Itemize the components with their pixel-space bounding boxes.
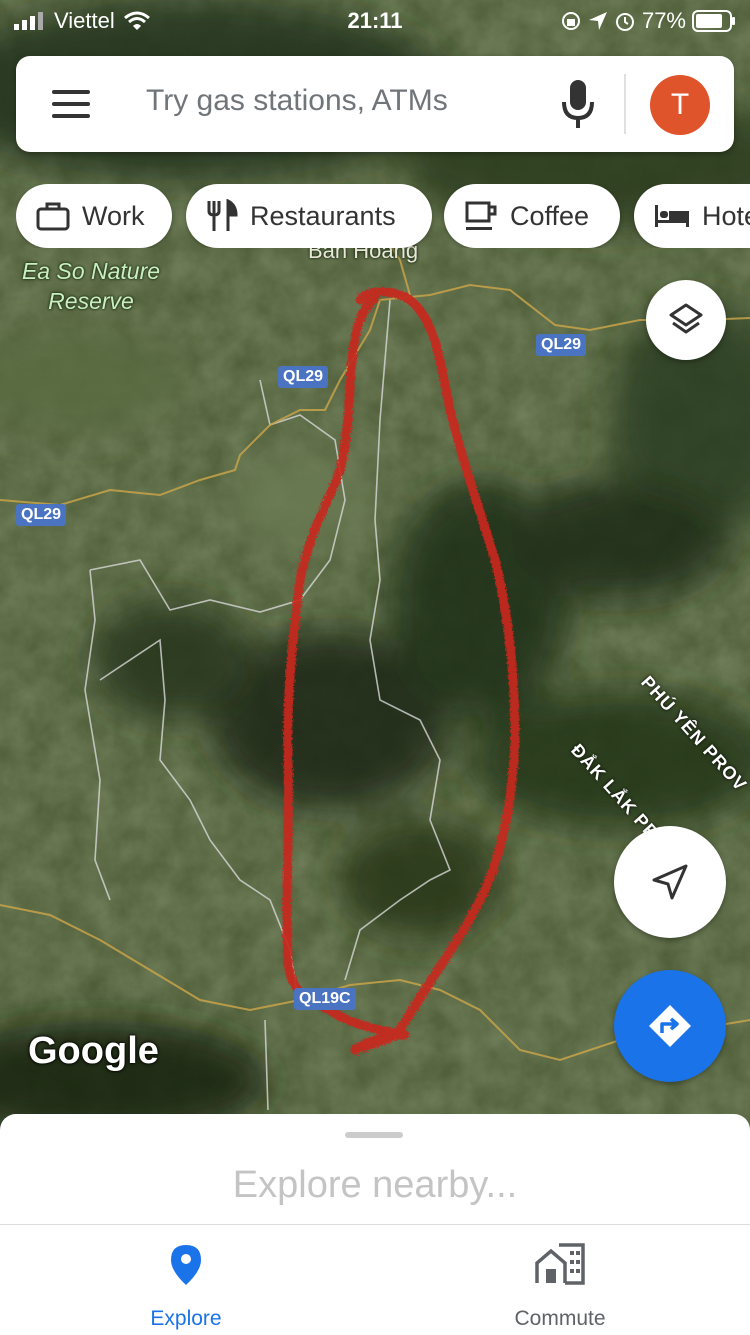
navigation-arrow-icon — [652, 864, 688, 900]
tab-label: Commute — [514, 1307, 606, 1330]
avatar[interactable]: T — [650, 75, 710, 135]
road-shield-ql29: QL29 — [16, 504, 67, 526]
chip-label: Restaurants — [250, 200, 396, 231]
status-bar: Viettel 21:11 77% — [0, 0, 750, 42]
tab-explore[interactable]: Explore — [86, 1243, 286, 1331]
chip-coffee[interactable]: Coffee — [444, 184, 620, 248]
chip-label: Work — [82, 200, 145, 231]
layers-button[interactable] — [646, 280, 726, 360]
coffee-cup-icon — [465, 201, 497, 230]
chip-label: Coffee — [510, 200, 590, 231]
microphone-icon[interactable] — [560, 78, 596, 130]
layers-icon — [669, 303, 703, 334]
location-pin-icon — [171, 1245, 201, 1285]
location-arrow-icon — [588, 12, 607, 30]
place-label-line2: Reserve — [48, 288, 134, 314]
chip-hotels[interactable]: Hote — [634, 184, 750, 248]
status-right: 77% — [560, 8, 736, 34]
chip-restaurants[interactable]: Restaurants — [186, 184, 432, 248]
search-bar[interactable]: Try gas stations, ATMs T — [16, 56, 734, 152]
directions-button[interactable] — [614, 970, 726, 1082]
road-shield-ql29: QL29 — [278, 366, 329, 388]
briefcase-icon — [36, 202, 70, 231]
alarm-icon — [615, 13, 634, 31]
my-location-button[interactable] — [614, 826, 726, 938]
tab-commute[interactable]: Commute — [460, 1243, 660, 1331]
road-shield-ql19c: QL19C — [294, 988, 356, 1010]
battery-icon — [692, 10, 735, 32]
fork-knife-icon — [207, 199, 238, 231]
commute-building-icon — [535, 1243, 585, 1285]
place-label-line1: Ea So Nature — [21, 258, 161, 284]
search-input[interactable]: Try gas stations, ATMs — [146, 84, 448, 118]
sheet-title: Explore nearby... — [232, 1164, 518, 1206]
explore-sheet[interactable]: Explore nearby... — [0, 1114, 750, 1224]
search-divider — [624, 74, 626, 134]
place-label: Ea So Nature Reserve — [16, 256, 166, 316]
category-chips: Work Restaurants Coffee Hote — [16, 184, 750, 248]
battery-percent: 77% — [641, 8, 686, 33]
menu-icon[interactable] — [52, 90, 90, 120]
road-shield-ql29: QL29 — [536, 334, 587, 356]
directions-icon — [649, 1005, 691, 1047]
orientation-lock-icon — [561, 12, 580, 30]
sheet-handle[interactable] — [345, 1132, 403, 1138]
bottom-tab-bar: Explore Commute — [0, 1224, 750, 1335]
google-logo: Google — [28, 1030, 159, 1072]
bed-icon — [655, 205, 689, 227]
chip-work[interactable]: Work — [16, 184, 172, 248]
tab-label: Explore — [150, 1307, 222, 1330]
chip-label: Hote — [702, 200, 750, 231]
